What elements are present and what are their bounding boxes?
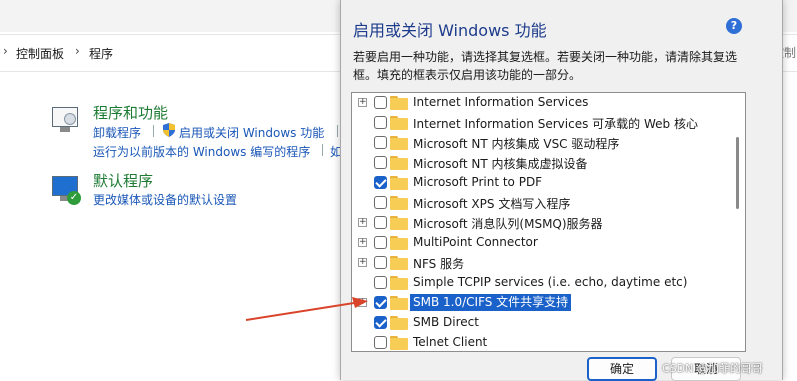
scroll-thumb[interactable]: [736, 137, 739, 209]
folder-icon: [390, 115, 408, 130]
breadcrumb-separator: ›: [3, 44, 8, 58]
default-programs-icon: ✓: [50, 176, 81, 205]
feature-checkbox[interactable]: [374, 136, 387, 149]
feature-checkbox[interactable]: [374, 176, 387, 189]
expand-icon[interactable]: +: [358, 298, 367, 307]
feature-row[interactable]: + NFS 服务: [352, 253, 732, 273]
dialog-title: 启用或关闭 Windows 功能: [353, 21, 547, 40]
folder-icon: [390, 155, 408, 170]
feature-row[interactable]: Microsoft NT 内核集成虚拟设备: [352, 153, 732, 173]
turn-windows-features-link[interactable]: 启用或关闭 Windows 功能: [179, 124, 324, 141]
uninstall-program-link[interactable]: 卸载程序: [93, 124, 141, 141]
breadcrumb-control-panel[interactable]: 控制面板: [16, 45, 64, 62]
feature-row[interactable]: + SMB 1.0/CIFS 文件共享支持: [352, 293, 732, 313]
feature-label: Simple TCPIP services (i.e. echo, daytim…: [413, 275, 688, 289]
default-programs-title[interactable]: 默认程序: [93, 170, 153, 191]
ok-button[interactable]: 确定: [587, 357, 657, 381]
feature-checkbox[interactable]: [374, 216, 387, 229]
feature-label: SMB 1.0/CIFS 文件共享支持: [410, 294, 572, 311]
folder-icon: [390, 135, 408, 150]
feature-row[interactable]: Microsoft NT 内核集成 VSC 驱动程序: [352, 133, 732, 153]
feature-tree[interactable]: + Internet Information Services Internet I…: [351, 92, 746, 352]
folder-icon: [390, 335, 408, 350]
folder-icon: [390, 255, 408, 270]
feature-checkbox[interactable]: [374, 256, 387, 269]
feature-label: Microsoft 消息队列(MSMQ)服务器: [413, 217, 603, 231]
uac-shield-icon: [163, 123, 175, 137]
programs-and-features-title[interactable]: 程序和功能: [93, 102, 168, 123]
folder-icon: [390, 295, 408, 310]
run-older-programs-link[interactable]: 运行为以前版本的 Windows 编写的程序: [93, 143, 310, 160]
scrollbar[interactable]: [734, 97, 740, 347]
dialog-description: 若要启用一种功能，请选择其复选框。若要关闭一种功能，请清除其复选框。填充的框表示…: [353, 50, 738, 82]
folder-icon: [390, 235, 408, 250]
feature-checkbox[interactable]: [374, 316, 387, 329]
expand-icon[interactable]: +: [358, 258, 367, 267]
feature-label: Internet Information Services: [413, 95, 589, 109]
feature-checkbox[interactable]: [374, 96, 387, 109]
feature-row[interactable]: + Internet Information Services: [352, 93, 732, 113]
expand-icon[interactable]: +: [358, 238, 367, 247]
feature-row[interactable]: Telnet Client: [352, 333, 732, 351]
feature-row[interactable]: Simple TCPIP services (i.e. echo, daytim…: [352, 273, 732, 293]
feature-row[interactable]: Microsoft XPS 文档写入程序: [352, 193, 732, 213]
folder-icon: [390, 275, 408, 290]
feature-label: NFS 服务: [413, 257, 465, 271]
feature-label: Microsoft XPS 文档写入程序: [413, 197, 571, 211]
feature-label: Microsoft Print to PDF: [413, 175, 543, 189]
feature-checkbox[interactable]: [374, 276, 387, 289]
programs-icon: [50, 107, 80, 135]
watermark: CSDN @加菲的哥哥: [662, 362, 763, 375]
feature-checkbox[interactable]: [374, 296, 387, 309]
feature-checkbox[interactable]: [374, 336, 387, 349]
breadcrumb-programs[interactable]: 程序: [89, 45, 113, 62]
feature-row[interactable]: + MultiPoint Connector: [352, 233, 732, 253]
feature-checkbox[interactable]: [374, 116, 387, 129]
feature-checkbox[interactable]: [374, 236, 387, 249]
expand-icon[interactable]: +: [358, 98, 367, 107]
feature-label: Telnet Client: [413, 335, 488, 349]
change-media-defaults-link[interactable]: 更改媒体或设备的默认设置: [93, 191, 237, 208]
feature-checkbox[interactable]: [374, 196, 387, 209]
expand-icon[interactable]: +: [358, 218, 367, 227]
feature-label: SMB Direct: [413, 315, 479, 329]
link-separator: [322, 144, 323, 156]
breadcrumb-separator: ›: [75, 44, 80, 58]
feature-label: Internet Information Services 可承载的 Web 核…: [413, 117, 698, 131]
folder-icon: [390, 195, 408, 210]
link-separator: [337, 125, 338, 137]
help-icon[interactable]: ?: [726, 18, 742, 34]
link-separator: [153, 125, 154, 137]
feature-row[interactable]: Internet Information Services 可承载的 Web 核…: [352, 113, 732, 133]
feature-label: Microsoft NT 内核集成 VSC 驱动程序: [413, 137, 620, 151]
feature-label: MultiPoint Connector: [413, 235, 538, 249]
folder-icon: [390, 315, 408, 330]
feature-label: Microsoft NT 内核集成虚拟设备: [413, 157, 588, 171]
feature-row[interactable]: + Microsoft 消息队列(MSMQ)服务器: [352, 213, 732, 233]
folder-icon: [390, 175, 408, 190]
feature-row[interactable]: Microsoft Print to PDF: [352, 173, 732, 193]
feature-checkbox[interactable]: [374, 156, 387, 169]
folder-icon: [390, 95, 408, 110]
windows-features-dialog: 启用或关闭 Windows 功能 ? 若要启用一种功能，请选择其复选框。若要关闭…: [340, 0, 783, 381]
folder-icon: [390, 215, 408, 230]
feature-row[interactable]: SMB Direct: [352, 313, 732, 333]
